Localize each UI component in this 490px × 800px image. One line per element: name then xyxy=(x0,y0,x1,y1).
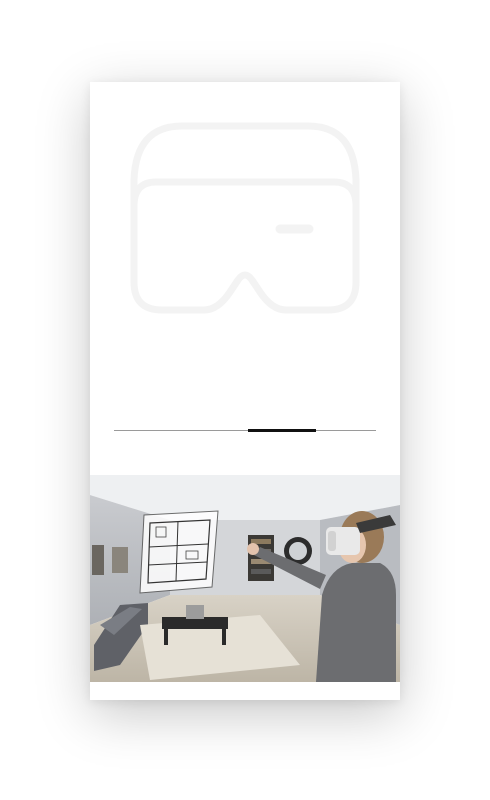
vr-room-photo xyxy=(90,475,400,682)
carousel-progress-bar xyxy=(114,429,376,432)
vr-headset-icon xyxy=(122,120,368,320)
onboarding-card xyxy=(90,82,400,700)
carousel-progress-indicator xyxy=(247,429,316,432)
